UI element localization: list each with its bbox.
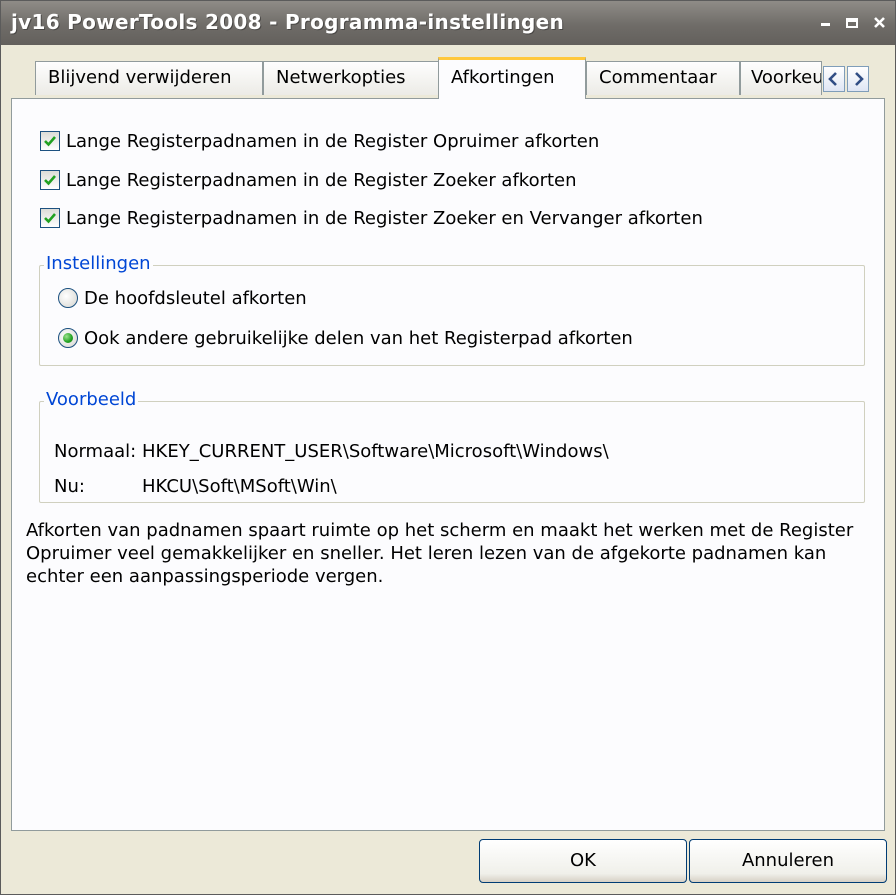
example-normal-row: Normaal: HKEY_CURRENT_USER\Software\Micr…	[54, 440, 609, 464]
tab-netwerkopties[interactable]: Netwerkopties	[263, 61, 439, 95]
tab-scroll-right-button[interactable]	[847, 66, 869, 92]
tab-label: Netwerkopties	[276, 67, 406, 88]
tab-voorkeuren[interactable]: Voorkeuren	[740, 61, 822, 95]
checkmark-icon	[44, 175, 56, 186]
example-normal-value: HKEY_CURRENT_USER\Software\Microsoft\Win…	[142, 441, 609, 462]
example-group-legend: Voorbeeld	[44, 389, 139, 410]
title-bar[interactable]: jv16 PowerTools 2008 - Programma-instell…	[1, 1, 895, 45]
tab-commentaar[interactable]: Commentaar	[586, 61, 740, 95]
example-now-row: Nu: HKCU\Soft\MSoft\Win\	[54, 475, 337, 499]
ok-button[interactable]: OK	[479, 839, 687, 883]
chevron-right-icon	[855, 72, 864, 86]
tab-label: Voorkeuren	[751, 67, 822, 88]
minimize-icon	[821, 23, 830, 26]
cancel-button[interactable]: Annuleren	[689, 839, 887, 883]
radio-label: Ook andere gebruikelijke delen van het R…	[84, 328, 633, 349]
window-title: jv16 PowerTools 2008 - Programma-instell…	[11, 10, 565, 34]
example-now-label: Nu:	[54, 476, 85, 497]
checkbox-checked[interactable]	[40, 208, 60, 228]
close-button[interactable]	[867, 11, 893, 35]
checkmark-icon	[44, 136, 56, 147]
settings-window: jv16 PowerTools 2008 - Programma-instell…	[0, 0, 896, 895]
radio-dot	[63, 333, 73, 343]
checkbox-label: Lange Registerpadnamen in de Register Op…	[66, 131, 600, 152]
radio-button-selected[interactable]	[58, 328, 78, 348]
radio-button[interactable]	[58, 288, 78, 308]
radio-label: De hoofdsleutel afkorten	[84, 288, 307, 309]
settings-group-legend: Instellingen	[44, 253, 153, 274]
close-icon	[874, 17, 885, 28]
maximize-icon	[846, 18, 858, 28]
minimize-button[interactable]	[813, 11, 839, 35]
tab-scroll-left-button[interactable]	[823, 66, 845, 92]
checkbox-checked[interactable]	[40, 170, 60, 190]
checkbox-label: Lange Registerpadnamen in de Register Zo…	[66, 208, 703, 229]
tab-label: Afkortingen	[451, 67, 555, 88]
tab-blijvend-verwijderen[interactable]: Blijvend verwijderen	[35, 61, 263, 95]
tab-label: Blijvend verwijderen	[48, 67, 232, 88]
checkmark-icon	[44, 213, 56, 224]
example-normal-label: Normaal:	[54, 441, 137, 462]
example-now-value: HKCU\Soft\MSoft\Win\	[142, 476, 337, 497]
checkbox-label: Lange Registerpadnamen in de Register Zo…	[66, 170, 577, 191]
checkbox-checked[interactable]	[40, 131, 60, 151]
tab-afkortingen[interactable]: Afkortingen	[438, 57, 586, 99]
settings-group: Instellingen De hoofdsleutel afkorten Oo…	[39, 253, 865, 366]
maximize-button[interactable]	[839, 11, 865, 35]
tab-strip: Blijvend verwijderen Netwerkopties Afkor…	[1, 45, 895, 99]
tab-panel-afkortingen: Lange Registerpadnamen in de Register Op…	[11, 98, 885, 831]
tab-label: Commentaar	[599, 67, 717, 88]
example-group: Voorbeeld Normaal: HKEY_CURRENT_USER\Sof…	[39, 389, 865, 503]
chevron-left-icon	[828, 72, 837, 86]
description-text: Afkorten van padnamen spaart ruimte op h…	[26, 520, 854, 587]
